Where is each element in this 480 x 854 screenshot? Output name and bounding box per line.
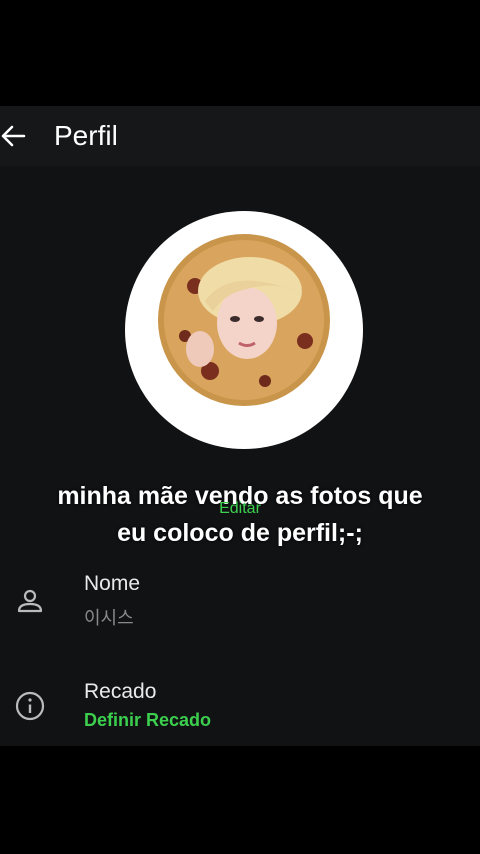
profile-screen: Perfil minha mãe vendo as fotos que eu c… [0,106,480,746]
profile-avatar[interactable] [155,231,333,409]
person-icon [17,589,43,613]
status-row[interactable]: Recado Definir Recado [0,680,480,750]
set-status-link[interactable]: Definir Recado [84,710,211,731]
app-bar: Perfil [0,106,480,166]
name-label: Nome [84,572,141,595]
avatar-frame [125,211,363,449]
arrow-left-icon [1,125,26,147]
back-button[interactable] [0,122,28,150]
caption-line-2: eu coloco de perfil;-; [117,519,363,547]
info-icon [15,691,45,721]
page-title: Perfil [54,120,118,151]
status-label: Recado [84,680,157,703]
name-row[interactable]: Nome 이시스 [0,572,480,642]
name-value: 이시스 [84,608,134,628]
edit-photo-link[interactable]: Editar [0,500,480,518]
